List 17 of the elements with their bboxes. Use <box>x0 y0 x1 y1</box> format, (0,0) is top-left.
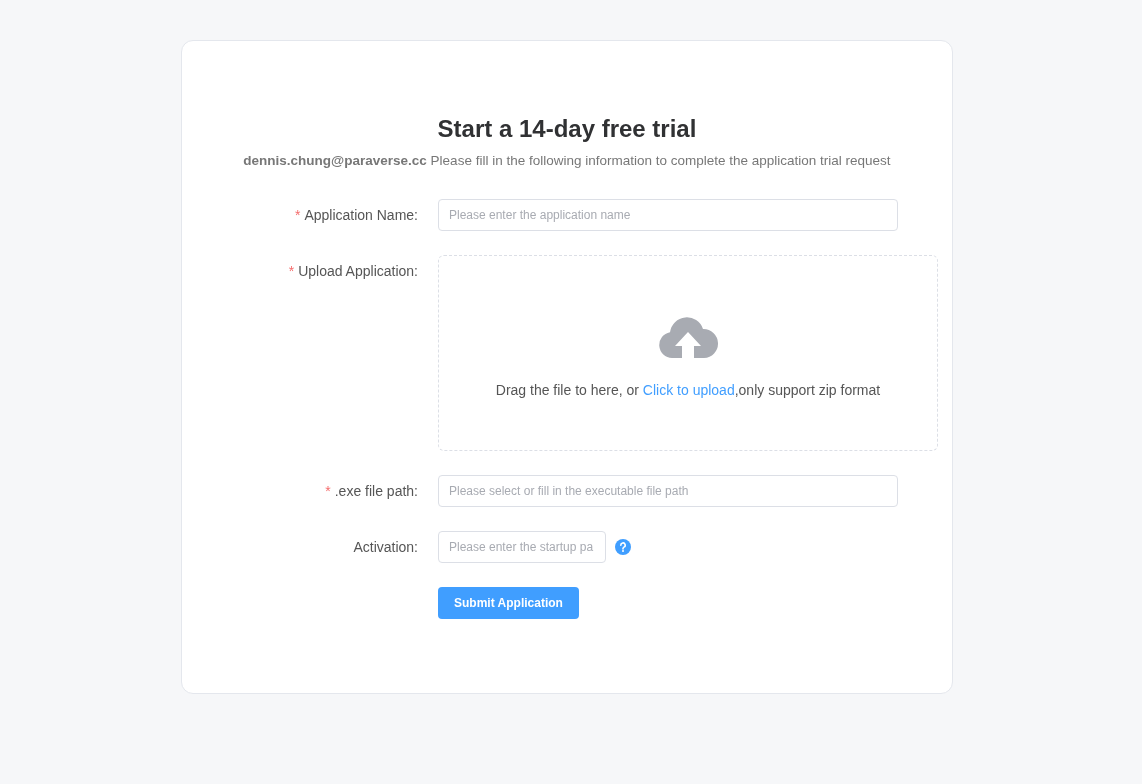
required-mark: * <box>325 481 331 501</box>
text-field[interactable]: Please select or fill in the executable file path <box>438 475 898 508</box>
field-label: Activation: <box>353 537 418 557</box>
upload-dropzone[interactable]: Drag the file to here, or Click to upload,only support zip format <box>438 255 938 452</box>
text-field[interactable]: Please enter the startup pa <box>438 531 606 564</box>
field-label: Application Name: <box>304 205 418 225</box>
required-mark: * <box>294 205 301 225</box>
subtitle: dennis.chung@paraverse.cc Please fill in the following information to complete the application trial request <box>243 152 891 170</box>
help-icon[interactable] <box>615 539 631 556</box>
upload-link[interactable]: Click to upload <box>642 381 735 398</box>
submit-button[interactable]: Submit Application <box>438 587 579 620</box>
upload-hint: Drag the file to here, or Click to upload,only support zip format <box>495 380 881 400</box>
text-field[interactable]: Please enter the application name <box>438 199 898 232</box>
page-title: Start a 14-day free trial <box>437 114 697 144</box>
field-label: Upload Application: <box>298 261 418 281</box>
field-label: .exe file path: <box>334 481 418 501</box>
required-mark: * <box>288 261 295 281</box>
